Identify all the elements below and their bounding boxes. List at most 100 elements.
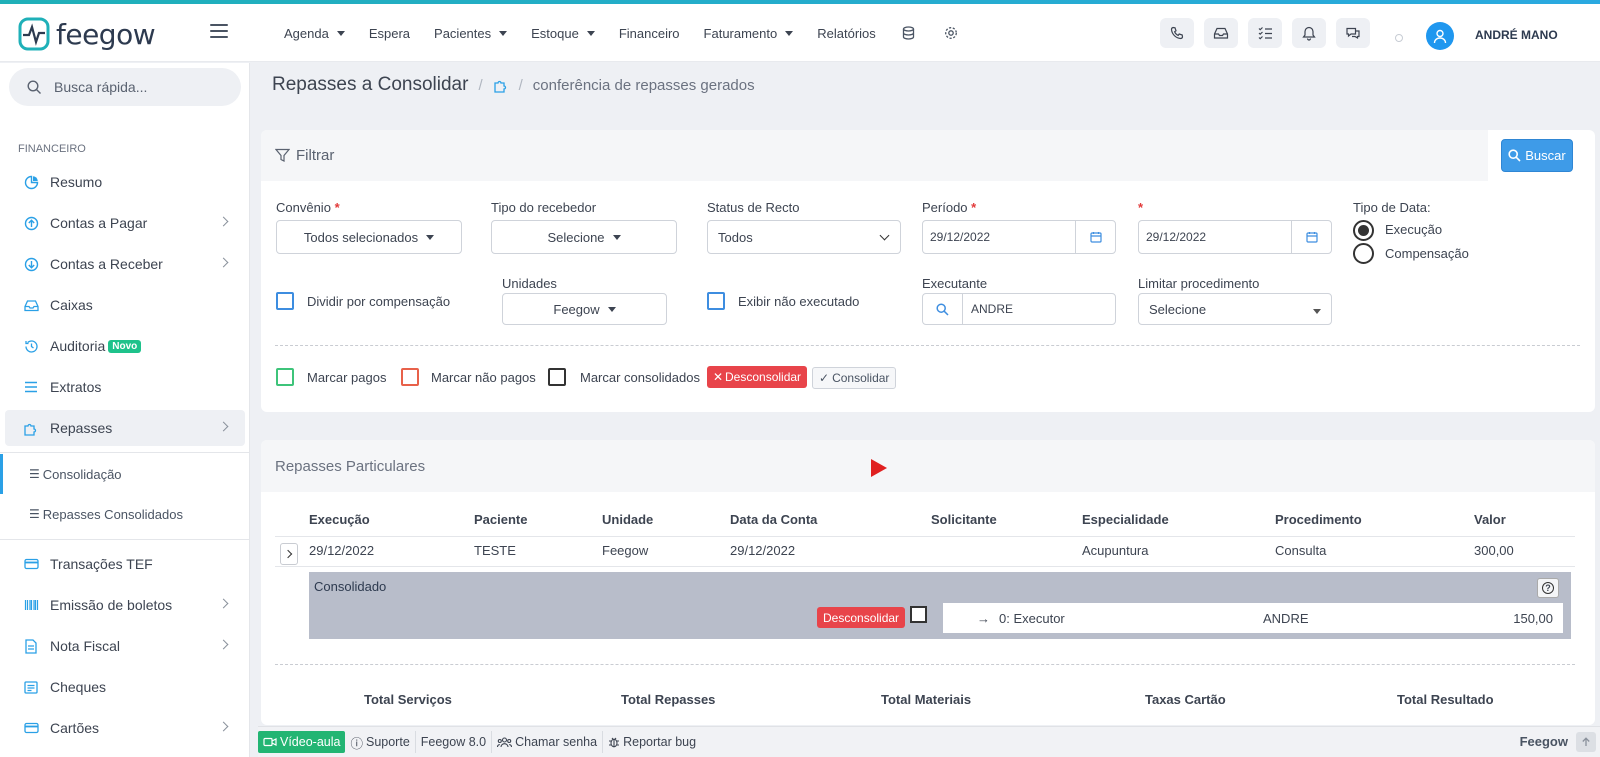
- tasks-button[interactable]: [1248, 18, 1282, 48]
- col-header-solicitante[interactable]: Solicitante: [931, 512, 997, 527]
- sidebar-item-emissao-de-boletos[interactable]: Emissão de boletos: [5, 587, 245, 623]
- convenio-select[interactable]: Todos selecionados: [276, 220, 462, 254]
- marcar-pagos-checkbox[interactable]: [276, 368, 294, 386]
- phone-button[interactable]: [1160, 18, 1194, 48]
- caret-down-icon: [426, 234, 435, 240]
- checklist-icon: [1258, 27, 1272, 40]
- sidebar-item-transacoes-tef[interactable]: Transações TEF: [5, 546, 245, 582]
- list-icon: ☰: [29, 507, 40, 521]
- calendar-icon[interactable]: [1291, 221, 1331, 253]
- unidades-label: Unidades: [502, 276, 557, 291]
- col-header-paciente[interactable]: Paciente: [474, 512, 527, 527]
- sidebar-item-cheques[interactable]: Cheques: [5, 669, 245, 705]
- nav-pacientes[interactable]: Pacientes: [422, 4, 519, 62]
- radio-compensacao[interactable]: [1353, 243, 1374, 264]
- video-aula-button[interactable]: Vídeo-aula: [258, 731, 346, 753]
- executante-input[interactable]: ANDRE: [922, 293, 1116, 325]
- bug-icon: [609, 737, 620, 748]
- nav-faturamento[interactable]: Faturamento: [692, 4, 806, 62]
- sidebar-item-contas-a-receber[interactable]: Contas a Receber: [5, 246, 245, 282]
- chevron-right-icon: [218, 721, 229, 732]
- suporte-button[interactable]: ⓘ Suporte: [345, 731, 416, 753]
- col-header-especialidade[interactable]: Especialidade: [1082, 512, 1169, 527]
- user-name[interactable]: ANDRÉ MANO: [1475, 28, 1558, 42]
- sidebar-item-nota-fiscal[interactable]: Nota Fiscal: [5, 628, 245, 664]
- chat-button[interactable]: [1336, 18, 1370, 48]
- nav-settings[interactable]: [930, 4, 972, 62]
- col-header-valor[interactable]: Valor: [1474, 512, 1506, 527]
- calendar-icon[interactable]: [1075, 221, 1115, 253]
- sidebar-item-cartoes[interactable]: Cartões: [5, 710, 245, 746]
- col-header-data-da-conta[interactable]: Data da Conta: [730, 512, 817, 527]
- consolidado-title: Consolidado: [314, 579, 387, 594]
- menu-toggle-icon[interactable]: [210, 24, 228, 38]
- header-actions: [1160, 18, 1370, 48]
- marcar-nao-pagos-checkbox[interactable]: [401, 368, 419, 386]
- help-button[interactable]: ?: [1537, 578, 1559, 598]
- marcar-consolidados-checkbox[interactable]: [548, 368, 566, 386]
- expand-row-button[interactable]: [280, 543, 298, 565]
- sidebar-item-resumo[interactable]: Resumo: [5, 164, 245, 200]
- status-label: Status de Recto: [707, 200, 800, 215]
- radio-compensacao-label: Compensação: [1385, 246, 1469, 261]
- unidades-select[interactable]: Feegow: [502, 293, 667, 325]
- sidebar-item-contas-a-pagar[interactable]: Contas a Pagar: [5, 205, 245, 241]
- dividir-checkbox[interactable]: [276, 292, 294, 310]
- logo-mark-icon: [18, 17, 50, 51]
- tipo-recebedor-select[interactable]: Selecione: [491, 220, 677, 254]
- nav-agenda[interactable]: Agenda: [272, 4, 357, 62]
- limitar-select[interactable]: Selecione: [1138, 293, 1332, 325]
- arrow-up-circle-icon: [23, 215, 39, 231]
- caret-down-icon: [607, 306, 616, 312]
- col-header-execucao[interactable]: Execução: [309, 512, 370, 527]
- status-select[interactable]: Todos: [707, 220, 901, 254]
- footer-brand: Feegow: [1519, 734, 1568, 749]
- scroll-top-button[interactable]: [1576, 732, 1596, 752]
- sidebar-item-caixas[interactable]: Caixas: [5, 287, 245, 323]
- sidebar-subitem-repasses-consolidados[interactable]: ☰ Repasses Consolidados: [0, 494, 250, 534]
- consolidado-checkbox[interactable]: [910, 606, 927, 623]
- reportar-bug-button[interactable]: Reportar bug: [603, 731, 701, 753]
- desconsolidar-button[interactable]: ✕ Desconsolidar: [707, 366, 807, 388]
- chevron-right-icon: [218, 216, 229, 227]
- chevron-down-icon: [879, 230, 890, 241]
- chamar-senha-button[interactable]: Chamar senha: [492, 731, 604, 753]
- chat-icon: [1346, 27, 1360, 40]
- play-icon[interactable]: [871, 459, 887, 477]
- filter-panel: Filtrar Buscar Convênio * Todos selecion…: [261, 130, 1595, 412]
- sidebar-item-extratos[interactable]: Extratos: [5, 369, 245, 405]
- nav-relatorios[interactable]: Relatórios: [805, 4, 888, 62]
- col-header-procedimento[interactable]: Procedimento: [1275, 512, 1362, 527]
- cell-especialidade: Acupuntura: [1082, 543, 1149, 558]
- sidebar-item-repasses[interactable]: Repasses: [5, 410, 245, 446]
- feegow-logo[interactable]: feegow: [18, 16, 156, 52]
- avatar[interactable]: [1426, 22, 1454, 50]
- cheque-icon: [23, 679, 39, 695]
- nav-espera[interactable]: Espera: [357, 4, 422, 62]
- total-materiais-label: Total Materiais: [881, 692, 972, 707]
- exibir-checkbox[interactable]: [707, 292, 725, 310]
- tipo-data-label: Tipo de Data:: [1353, 200, 1431, 215]
- search-input[interactable]: Busca rápida...: [9, 68, 241, 106]
- consolidado-desconsolidar-button[interactable]: Desconsolidar: [817, 607, 906, 628]
- col-header-unidade[interactable]: Unidade: [602, 512, 653, 527]
- search-icon: [923, 294, 963, 324]
- search-button[interactable]: Buscar: [1501, 139, 1573, 172]
- caret-down-icon: [612, 234, 621, 240]
- date-to-input[interactable]: 29/12/2022: [1138, 220, 1332, 254]
- nav-financeiro[interactable]: Financeiro: [607, 4, 692, 62]
- sidebar-subitem-consolidacao[interactable]: ☰ Consolidação: [0, 454, 250, 494]
- date-from-input[interactable]: 29/12/2022: [922, 220, 1116, 254]
- user-icon: [1433, 29, 1447, 43]
- consolidar-button[interactable]: ✓ Consolidar: [812, 367, 897, 389]
- arrow-right-icon: →: [977, 611, 990, 626]
- divider: [275, 345, 1580, 346]
- question-icon: ?: [1542, 582, 1554, 594]
- inbox-button[interactable]: [1204, 18, 1238, 48]
- nav-estoque[interactable]: Estoque: [519, 4, 607, 62]
- radio-execucao[interactable]: [1353, 220, 1374, 241]
- database-icon: [900, 24, 918, 42]
- sidebar-item-auditoria[interactable]: Auditoria Novo: [5, 328, 245, 364]
- nav-database[interactable]: [888, 4, 930, 62]
- notifications-button[interactable]: [1292, 18, 1326, 48]
